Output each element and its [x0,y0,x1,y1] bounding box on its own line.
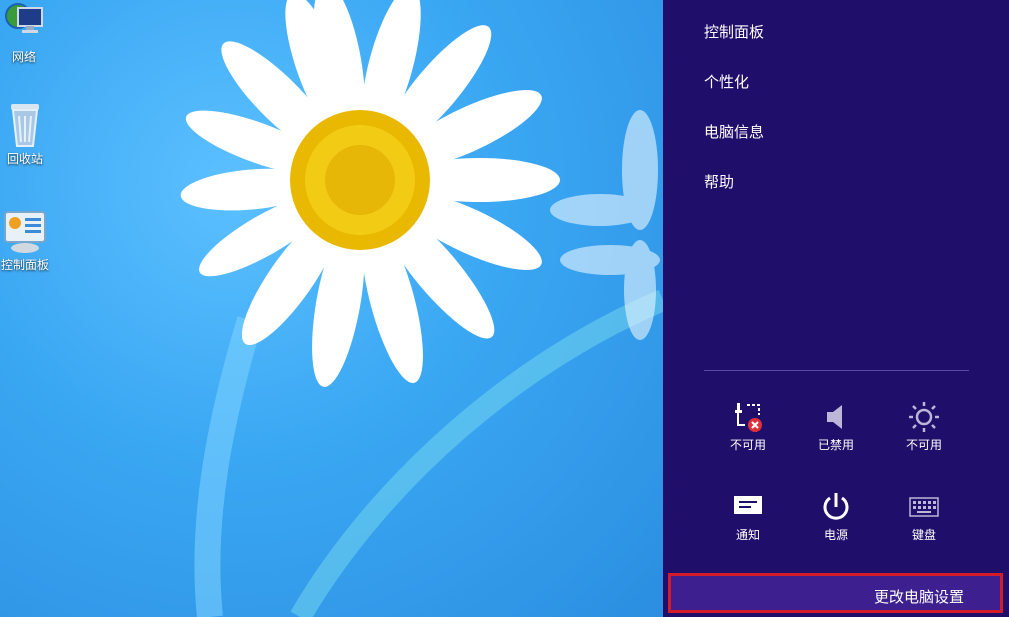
charm-divider [704,370,969,371]
charm-link-pc-info[interactable]: 电脑信息 [704,121,764,142]
desktop-icon-control-panel[interactable]: 控制面板 [0,210,53,273]
change-pc-settings-label: 更改电脑设置 [873,588,964,606]
quick-setting-label: 键盘 [911,528,936,542]
desktop-icon-network[interactable]: 网络 [0,2,52,65]
network-icon [5,3,43,33]
brightness-icon [909,402,939,432]
charm-link-help[interactable]: 帮助 [704,171,734,192]
quick-setting-label: 不可用 [905,438,942,452]
quick-setting-keyboard[interactable]: 键盘 [889,490,959,543]
control-panel-icon [4,211,46,253]
charm-link-personalization[interactable]: 个性化 [704,71,749,92]
quick-setting-label: 通知 [735,528,760,542]
charm-link-control-panel[interactable]: 控制面板 [704,21,764,42]
quick-setting-label: 已禁用 [817,438,854,452]
quick-setting-label: 电源 [823,528,848,542]
daisy-wallpaper [180,0,663,617]
desktop: 网络 回收站 控制面板 [0,0,663,617]
desktop-icon-recycle-bin[interactable]: 回收站 [0,100,53,167]
quick-setting-brightness[interactable]: 不可用 [889,400,959,453]
notifications-icon [734,496,762,514]
volume-icon [827,405,842,429]
settings-charm-panel: 控制面板 个性化 电脑信息 帮助 不可用 已禁用 不可用 通知 电源 键盘 更改… [663,0,1009,617]
desktop-icon-label: 网络 [11,50,36,64]
desktop-icon-label: 控制面板 [0,258,49,272]
desktop-icon-label: 回收站 [6,152,43,166]
quick-setting-network[interactable]: 不可用 [713,400,783,453]
quick-setting-power[interactable]: 电源 [801,490,871,543]
keyboard-icon [909,497,939,517]
quick-setting-label: 不可用 [729,438,766,452]
change-pc-settings-button[interactable]: 更改电脑设置 [668,573,1003,613]
quick-setting-notifications[interactable]: 通知 [713,490,783,543]
network-unavailable-icon [735,403,762,432]
power-icon [823,493,849,520]
recycle-bin-icon [11,104,39,147]
quick-setting-volume[interactable]: 已禁用 [801,400,871,453]
